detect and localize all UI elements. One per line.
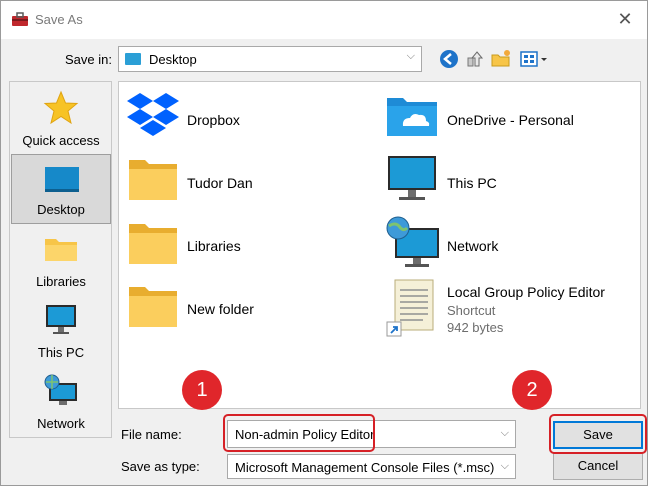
libraries-icon: [45, 239, 77, 261]
up-folder-icon[interactable]: [464, 48, 486, 70]
callout-badge-1: 1: [182, 370, 222, 410]
close-button[interactable]: ✕: [613, 7, 637, 31]
file-size: 942 bytes: [447, 320, 504, 335]
file-type: Shortcut: [447, 303, 496, 318]
new-folder-icon[interactable]: [490, 48, 512, 70]
computer-icon: [388, 156, 436, 200]
place-label: Quick access: [22, 133, 100, 148]
save-as-dialog: Save As ✕ Save in: Desktop ⌵ Quick acces…: [0, 0, 648, 486]
places-bar: Quick access Desktop Libraries This PC N…: [9, 81, 112, 438]
list-item-local-group-policy-editor[interactable]: Local Group Policy Editor Shortcut 942 b…: [385, 278, 640, 338]
save-in-value: Desktop: [149, 52, 197, 67]
list-item-libraries[interactable]: Libraries: [125, 218, 365, 274]
place-label: Desktop: [37, 202, 85, 217]
chevron-down-icon: ⌵: [406, 50, 415, 62]
save-in-dropdown[interactable]: Desktop ⌵: [118, 46, 422, 72]
list-item-tudor-dan[interactable]: Tudor Dan: [125, 154, 365, 210]
save-as-type-label: Save as type:: [121, 459, 200, 474]
chevron-down-icon: ⌵: [500, 460, 509, 472]
star-icon: [43, 90, 79, 125]
file-name: This PC: [447, 175, 497, 191]
network-icon: [44, 374, 77, 405]
list-item-this-pc[interactable]: This PC: [385, 154, 635, 210]
list-item-onedrive[interactable]: OneDrive - Personal: [385, 90, 635, 146]
folder-icon: [129, 224, 177, 264]
file-name-label: File name:: [121, 427, 182, 442]
list-item-dropbox[interactable]: Dropbox: [125, 90, 365, 146]
place-label: Network: [37, 416, 85, 431]
folder-icon: [129, 160, 177, 200]
save-in-label: Save in:: [65, 52, 112, 67]
place-quick-access[interactable]: Quick access: [11, 84, 111, 154]
file-name: Dropbox: [187, 112, 240, 128]
desktop-folder-icon: [125, 53, 141, 65]
place-label: Libraries: [36, 274, 86, 289]
callout-badge-2: 2: [512, 370, 552, 410]
onedrive-folder-icon: [387, 98, 437, 136]
file-name: Network: [447, 238, 499, 254]
chevron-down-icon[interactable]: ⌵: [501, 427, 509, 440]
computer-icon: [46, 305, 76, 334]
file-name: Local Group Policy Editor: [447, 284, 605, 300]
desktop-icon: [45, 167, 79, 192]
file-name: OneDrive - Personal: [447, 112, 574, 128]
place-desktop[interactable]: Desktop: [11, 154, 111, 224]
file-name: New folder: [187, 301, 254, 317]
dropbox-icon: [127, 93, 179, 136]
shortcut-icon: [386, 279, 434, 337]
toolbox-icon: [12, 12, 28, 26]
place-label: This PC: [37, 345, 85, 360]
place-network[interactable]: Network: [11, 367, 111, 437]
callout-highlight-file-name: [223, 414, 375, 452]
place-libraries[interactable]: Libraries: [11, 225, 111, 295]
file-list: Dropbox OneDrive - Personal Tudor Dan Th…: [118, 81, 641, 409]
list-item-network[interactable]: Network: [385, 216, 635, 272]
window-title: Save As: [35, 12, 83, 27]
file-name: Tudor Dan: [187, 175, 253, 191]
view-menu-icon[interactable]: [519, 48, 549, 70]
back-icon[interactable]: [438, 48, 460, 70]
close-icon: ✕: [617, 9, 633, 29]
cancel-button[interactable]: Cancel: [553, 452, 643, 480]
file-name: Libraries: [187, 238, 241, 254]
place-this-pc[interactable]: This PC: [11, 296, 111, 366]
save-as-type-value: Microsoft Management Console Files (*.ms…: [235, 460, 495, 475]
list-item-new-folder[interactable]: New folder: [125, 281, 365, 337]
network-icon: [386, 216, 439, 267]
folder-icon: [129, 287, 177, 327]
title-bar: Save As ✕: [1, 1, 647, 39]
callout-highlight-save: [549, 414, 647, 454]
save-as-type-dropdown[interactable]: Microsoft Management Console Files (*.ms…: [227, 454, 516, 479]
